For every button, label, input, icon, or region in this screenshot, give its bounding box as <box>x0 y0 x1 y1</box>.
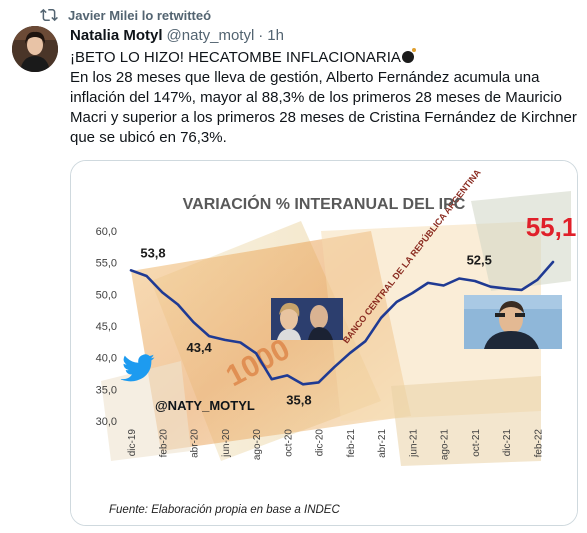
data-label: 43,4 <box>186 340 212 355</box>
tweet-time[interactable]: 1h <box>267 27 284 44</box>
data-label: 52,5 <box>467 253 492 268</box>
x-tick-label: dic-20 <box>315 429 326 457</box>
tweet-text: ¡BETO LO HIZO! HECATOMBE INFLACIONARIA E… <box>70 48 580 148</box>
bomb-emoji-icon <box>401 48 416 63</box>
x-tick-label: abr-20 <box>190 429 201 458</box>
data-label-highlight: 55,1 <box>526 212 577 242</box>
x-tick-label: oct-21 <box>471 429 482 457</box>
retweet-header: Javier Milei lo retwitteó <box>40 6 211 24</box>
y-tick-label: 50,0 <box>96 289 117 301</box>
tweet-author-row: Natalia Motyl @naty_motyl · 1h <box>70 27 284 44</box>
separator-dot: · <box>258 27 264 44</box>
y-tick-label: 60,0 <box>96 226 117 238</box>
avatar-image <box>12 26 58 72</box>
retweet-label[interactable]: Javier Milei lo retwitteó <box>68 8 211 23</box>
x-tick-label: dic-19 <box>127 429 138 457</box>
photo-politicians-left <box>271 298 343 340</box>
data-label: 53,8 <box>140 245 165 260</box>
y-tick-label: 35,0 <box>96 384 117 396</box>
x-tick-label: feb-20 <box>158 429 169 458</box>
avatar[interactable] <box>12 26 58 72</box>
source-note: Fuente: Elaboración propia en base a IND… <box>109 504 340 516</box>
retweet-icon <box>40 8 58 22</box>
x-tick-label: dic-21 <box>502 429 513 457</box>
x-tick-label: feb-22 <box>533 429 544 458</box>
y-tick-label: 45,0 <box>96 321 117 333</box>
x-tick-label: oct-20 <box>283 429 294 457</box>
data-label: 35,8 <box>286 392 311 407</box>
tweet-body: En los 28 meses que lleva de gestión, Al… <box>70 69 577 146</box>
tweet-image-card[interactable]: 1000 BANCO CENTRAL DE LA REPÚBLICA ARGEN… <box>70 160 578 526</box>
chart-title: VARIACIÓN % INTERANUAL DEL IPC <box>183 194 466 213</box>
y-tick-label: 40,0 <box>96 353 117 365</box>
x-tick-label: jun-20 <box>221 429 232 458</box>
author-handle[interactable]: @naty_motyl <box>167 27 255 44</box>
banknote-background: 1000 BANCO CENTRAL DE LA REPÚBLICA ARGEN… <box>71 161 577 525</box>
x-tick-label: abr-21 <box>377 429 388 458</box>
y-tick-label: 30,0 <box>96 416 117 428</box>
watermark-handle: @NATY_MOTYL <box>155 398 255 413</box>
y-tick-label: 55,0 <box>96 258 117 270</box>
x-tick-label: ago-20 <box>252 429 263 461</box>
author-name[interactable]: Natalia Motyl <box>70 27 163 44</box>
x-tick-label: feb-21 <box>346 429 357 458</box>
inflation-chart-image: 1000 BANCO CENTRAL DE LA REPÚBLICA ARGEN… <box>71 161 577 525</box>
x-tick-label: ago-21 <box>440 429 451 461</box>
tweet-headline: ¡BETO LO HIZO! HECATOMBE INFLACIONARIA <box>70 49 401 66</box>
x-tick-label: jun-21 <box>408 429 419 458</box>
photo-politician-right <box>464 295 562 349</box>
